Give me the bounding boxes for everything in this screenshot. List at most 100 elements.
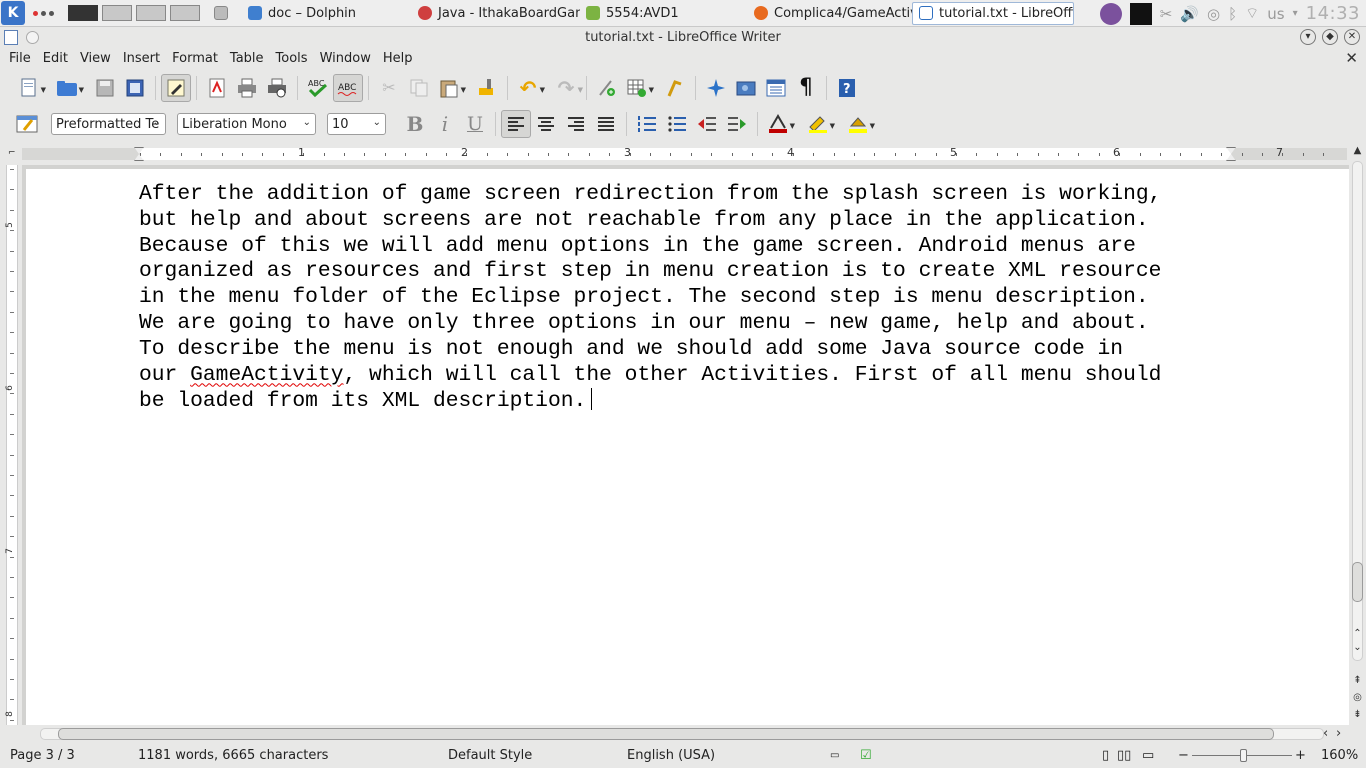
cut-button[interactable]: ✂ — [374, 74, 404, 102]
chevron-down-icon[interactable]: ▾ — [1293, 8, 1298, 19]
chevron-down-icon[interactable]: ⌄ — [373, 117, 381, 128]
close-document-icon[interactable]: ✕ — [1345, 49, 1358, 67]
data-sources-button[interactable] — [761, 74, 791, 102]
task-emulator[interactable]: 5554:AVD1 — [580, 2, 748, 25]
word-count[interactable]: 1181 words, 6665 characters — [138, 748, 328, 763]
dropbox-icon[interactable] — [1129, 2, 1152, 25]
zoom-in-icon[interactable]: + — [1295, 748, 1306, 763]
font-size-select[interactable]: 10 ⌄ — [327, 113, 386, 135]
text-line[interactable]: We are going to have only three options … — [139, 311, 1239, 337]
text-line[interactable]: After the addition of game screen redire… — [139, 182, 1239, 208]
minimize-icon[interactable]: ▾ — [1300, 29, 1316, 45]
redo-button[interactable]: ↷ ▼ — [551, 74, 583, 102]
hyperlink-button[interactable] — [592, 74, 622, 102]
italic-button[interactable]: i — [430, 110, 460, 138]
dropdown-arrow-icon[interactable]: ▼ — [540, 86, 545, 94]
pin-icon[interactable] — [26, 31, 39, 44]
vertical-ruler[interactable]: 5 6 7 8 — [0, 165, 22, 725]
show-desktop-button[interactable] — [214, 2, 242, 25]
vertical-scrollbar[interactable]: ▲ ⌃ ⌄ ⇞ ◎ ⇟ — [1349, 145, 1366, 725]
horizontal-ruler[interactable]: 1 2 3 4 5 6 7 ⌐ — [0, 145, 1349, 165]
activity-switcher[interactable] — [33, 10, 54, 16]
menu-table[interactable]: Table — [224, 51, 270, 66]
menu-insert[interactable]: Insert — [117, 51, 166, 66]
copy-button[interactable] — [404, 74, 434, 102]
align-left-button[interactable] — [501, 110, 531, 138]
menu-window[interactable]: Window — [314, 51, 377, 66]
network-icon[interactable]: ◎ — [1207, 5, 1220, 23]
zoom-slider-handle[interactable] — [1240, 749, 1247, 762]
dropdown-arrow-icon[interactable]: ▼ — [830, 122, 835, 130]
menu-edit[interactable]: Edit — [37, 51, 74, 66]
zoom-level[interactable]: 160% — [1321, 748, 1358, 763]
menu-help[interactable]: Help — [377, 51, 419, 66]
previous-page-icon[interactable]: ⇞ — [1352, 675, 1363, 686]
document-text[interactable]: After the addition of game screen redire… — [139, 182, 1239, 415]
text-line[interactable]: but help and about screens are not reach… — [139, 208, 1239, 234]
virtual-desktop-4[interactable] — [170, 5, 200, 21]
task-dolphin[interactable]: doc – Dolphin — [242, 2, 412, 25]
chevron-down-icon[interactable]: ⌄ — [153, 117, 161, 128]
viber-icon[interactable] — [1099, 2, 1122, 25]
book-view-icon[interactable]: ▭ — [1142, 748, 1154, 763]
menu-view[interactable]: View — [74, 51, 117, 66]
dropdown-arrow-icon[interactable]: ▼ — [790, 122, 795, 130]
maximize-icon[interactable]: ◆ — [1322, 29, 1338, 45]
menu-tools[interactable]: Tools — [270, 51, 314, 66]
show-draw-functions-button[interactable] — [660, 74, 690, 102]
edit-mode-button[interactable] — [161, 73, 191, 102]
font-color-button[interactable]: ▼ — [763, 110, 795, 138]
chevron-down-icon[interactable]: ⌄ — [303, 117, 311, 128]
undo-button[interactable]: ↶ ▼ — [513, 74, 545, 102]
document-modified-icon[interactable]: ☑ — [860, 748, 872, 763]
text-line[interactable]: To describe the menu is not enough and w… — [139, 337, 1239, 363]
bold-button[interactable]: B — [400, 110, 430, 138]
print-button[interactable] — [232, 74, 262, 102]
text-run[interactable]: our — [139, 363, 190, 387]
auto-spellcheck-button[interactable]: ABC — [333, 73, 363, 102]
application-launcher-icon[interactable]: K — [1, 1, 25, 25]
navigation-icon[interactable]: ◎ — [1352, 692, 1363, 703]
paste-button[interactable]: ▼ — [434, 74, 466, 102]
text-line[interactable]: organized as resources and first step in… — [139, 259, 1239, 285]
dropdown-arrow-icon[interactable]: ▼ — [41, 86, 46, 94]
clock[interactable]: 14:33 — [1306, 3, 1360, 24]
clone-formatting-button[interactable] — [472, 74, 502, 102]
dropdown-arrow-icon[interactable]: ▼ — [461, 86, 466, 94]
background-color-button[interactable]: ▼ — [843, 110, 875, 138]
single-page-view-icon[interactable]: ▯ — [1102, 748, 1109, 763]
scissors-icon[interactable]: ✂ — [1160, 5, 1173, 23]
virtual-desktop-2[interactable] — [102, 5, 132, 21]
dropdown-arrow-icon[interactable]: ▼ — [578, 86, 583, 94]
text-line[interactable]: our GameActivity, which will call the ot… — [139, 363, 1239, 389]
dropdown-arrow-icon[interactable]: ▼ — [870, 122, 875, 130]
menu-format[interactable]: Format — [166, 51, 224, 66]
increase-indent-button[interactable] — [722, 110, 752, 138]
scroll-thumb[interactable] — [1352, 562, 1363, 602]
tab-stop-selector[interactable]: ⌐ — [8, 148, 16, 158]
scroll-up-icon[interactable]: ⌃ — [1352, 628, 1363, 639]
insert-table-button[interactable]: ▼ — [622, 74, 654, 102]
dropdown-arrow-icon[interactable]: ▼ — [79, 86, 84, 94]
help-button[interactable]: ? — [832, 74, 862, 102]
scroll-right-icon[interactable]: › — [1336, 726, 1341, 741]
text-line[interactable]: in the menu folder of the Eclipse projec… — [139, 285, 1239, 311]
paragraph-style-select[interactable]: Preformatted Te ⌄ — [51, 113, 166, 135]
close-icon[interactable]: ✕ — [1344, 29, 1360, 45]
bluetooth-icon[interactable]: ᛒ — [1228, 5, 1237, 23]
horizontal-scrollbar[interactable]: ‹ ‹ › — [0, 725, 1349, 743]
highlighting-button[interactable]: ▼ — [803, 110, 835, 138]
page-style[interactable]: Default Style — [448, 748, 532, 763]
export-pdf-button[interactable] — [202, 74, 232, 102]
volume-icon[interactable]: 🔊 — [1180, 5, 1199, 23]
text-line[interactable]: be loaded from its XML description. — [139, 388, 1239, 415]
keyboard-layout[interactable]: us — [1267, 5, 1284, 23]
gallery-button[interactable] — [731, 74, 761, 102]
dropdown-arrow-icon[interactable]: ▼ — [649, 86, 654, 94]
spellcheck-button[interactable]: ABC — [303, 74, 333, 102]
next-page-icon[interactable]: ⇟ — [1352, 709, 1363, 720]
navigator-button[interactable] — [701, 74, 731, 102]
scroll-left-icon[interactable]: ‹ — [1323, 726, 1328, 741]
text-line[interactable]: Because of this we will add menu options… — [139, 234, 1239, 260]
styles-formatting-button[interactable] — [12, 110, 42, 138]
